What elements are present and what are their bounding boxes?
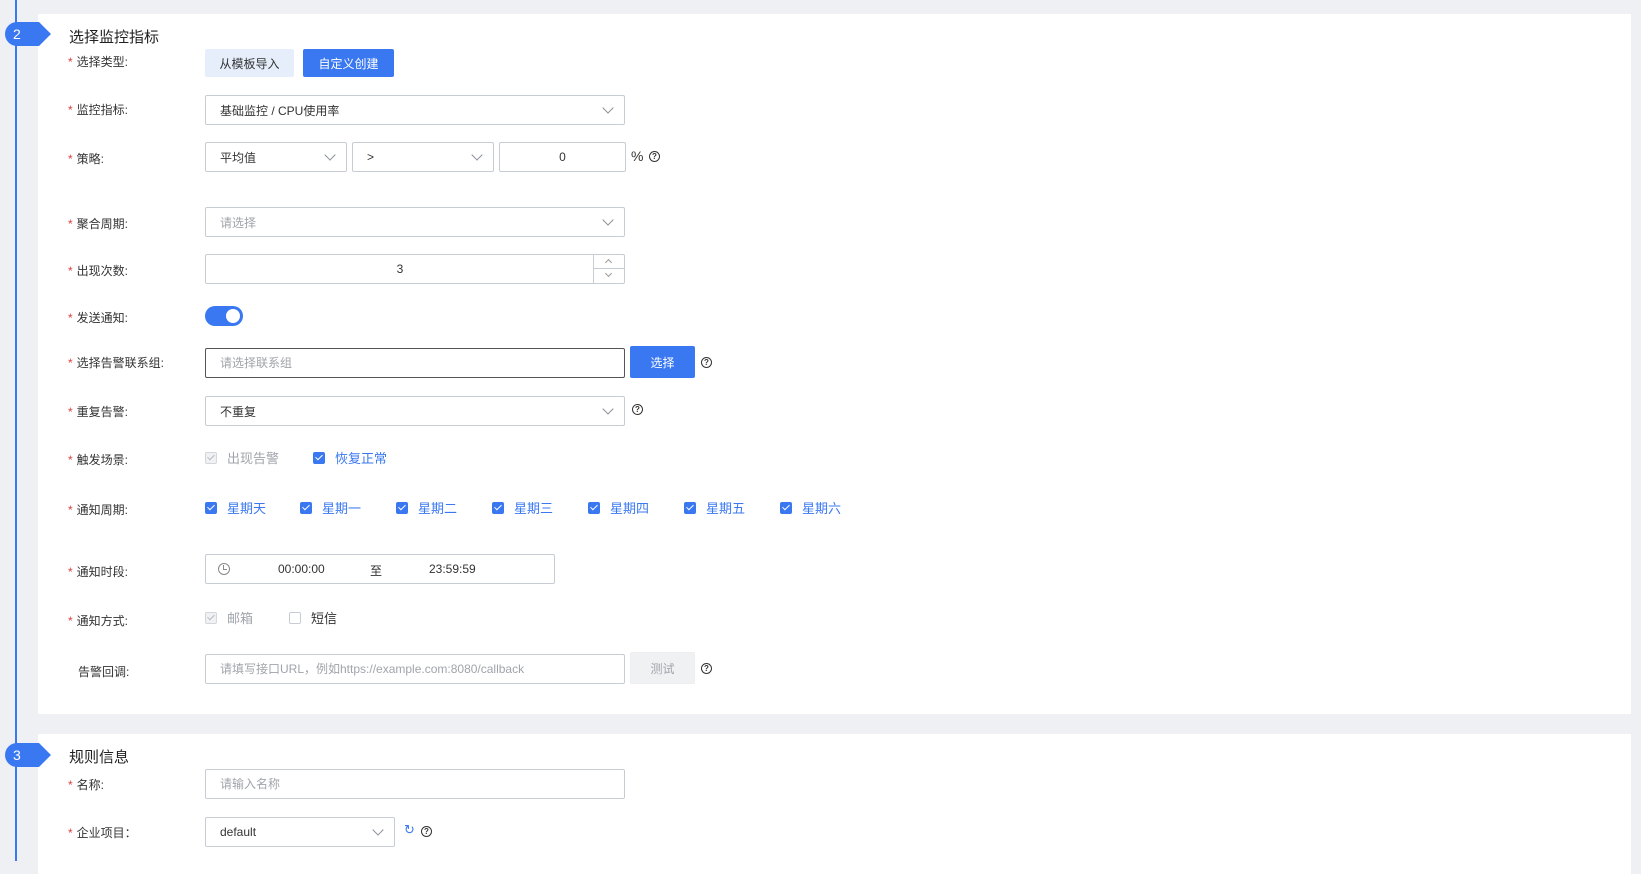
metric-label: * 监控指标:: [68, 103, 129, 117]
time-label: * 通知时段:: [68, 565, 129, 579]
chevron-down-icon: [602, 214, 614, 226]
strategy-operator-select[interactable]: >: [352, 142, 494, 172]
custom-create-button[interactable]: 自定义创建: [303, 49, 394, 77]
chevron-down-icon: [471, 149, 483, 161]
count-label: * 出现次数:: [68, 264, 129, 278]
checkbox-box: [205, 451, 217, 464]
threshold-input[interactable]: 0: [499, 142, 626, 172]
time-separator: 至: [370, 564, 383, 578]
checkbox-box: [588, 501, 600, 514]
increment-icon[interactable]: [594, 255, 624, 269]
notify-toggle[interactable]: [205, 306, 243, 326]
time-range-picker[interactable]: 00:00:00 至 23:59:59: [205, 554, 555, 584]
checkbox-box: [780, 501, 792, 514]
checkbox-box: [300, 501, 312, 514]
help-icon[interactable]: ?: [632, 404, 643, 415]
checkbox-box: [313, 451, 325, 464]
step-badge-3: 3: [5, 743, 51, 767]
aggregation-value: 平均值: [220, 150, 257, 165]
step-badge-2: 2: [5, 22, 51, 46]
repeat-value: 不重复: [220, 404, 257, 419]
name-label: * 名称:: [68, 778, 105, 792]
contact-group-input[interactable]: [205, 348, 625, 378]
checkbox-box: [492, 501, 504, 514]
period-select[interactable]: 请选择: [205, 207, 625, 237]
section-card-rule-info: [38, 734, 1631, 874]
clock-icon: [218, 563, 230, 575]
toggle-knob: [226, 309, 240, 323]
rule-name-input[interactable]: [205, 769, 625, 799]
weekday-checkbox-sat[interactable]: 星期六: [780, 498, 841, 517]
count-value: 3: [396, 262, 404, 276]
threshold-value: 0: [559, 150, 566, 164]
help-icon[interactable]: ?: [421, 826, 432, 837]
step-number: 3: [5, 743, 51, 767]
method-email-checkbox[interactable]: 邮箱: [205, 608, 253, 627]
checkbox-box: [205, 611, 217, 624]
checkbox-box: [205, 501, 217, 514]
help-icon[interactable]: ?: [701, 663, 712, 674]
type-label: * 选择类型:: [68, 55, 129, 69]
project-value: default: [220, 825, 257, 839]
repeat-label: * 重复告警:: [68, 405, 129, 419]
callback-url-input[interactable]: [205, 654, 625, 684]
trigger-alarm-checkbox[interactable]: 出现告警: [205, 448, 279, 467]
project-label: * 企业项目：: [68, 826, 137, 840]
step-number: 2: [5, 22, 51, 46]
select-group-button[interactable]: 选择: [630, 346, 695, 378]
notify-label: * 发送通知:: [68, 311, 129, 325]
contact-group-field[interactable]: [220, 356, 610, 370]
timeline-line: [15, 0, 17, 861]
period-label: * 聚合周期:: [68, 217, 129, 231]
strategy-aggregation-select[interactable]: 平均值: [205, 142, 347, 172]
method-label: * 通知方式:: [68, 614, 129, 628]
metric-select[interactable]: 基础监控 / CPU使用率: [205, 95, 625, 125]
chevron-down-icon: [602, 102, 614, 114]
callback-test-button[interactable]: 测试: [630, 652, 695, 684]
group-label: * 选择告警联系组:: [68, 356, 165, 370]
strategy-label: * 策略:: [68, 152, 105, 166]
chevron-down-icon: [602, 403, 614, 415]
count-stepper[interactable]: 3: [205, 254, 625, 284]
trigger-recover-checkbox[interactable]: 恢复正常: [313, 448, 387, 467]
decrement-icon[interactable]: [594, 269, 624, 283]
callback-url-field[interactable]: [220, 662, 610, 676]
stepper-controls: [593, 255, 624, 283]
checkbox-box: [396, 501, 408, 514]
weekday-checkbox-thu[interactable]: 星期四: [588, 498, 649, 517]
weekday-checkbox-sun[interactable]: 星期天: [205, 498, 266, 517]
chevron-down-icon: [372, 824, 384, 836]
callback-label: 告警回调:: [78, 665, 130, 679]
weekday-checkbox-mon[interactable]: 星期一: [300, 498, 361, 517]
help-icon[interactable]: ?: [649, 151, 660, 162]
chevron-down-icon: [324, 149, 336, 161]
refresh-icon[interactable]: ↻: [404, 822, 415, 838]
weekday-checkbox-wed[interactable]: 星期三: [492, 498, 553, 517]
section-title: 选择监控指标: [69, 29, 160, 46]
project-select[interactable]: default: [205, 817, 395, 847]
period-placeholder: 请选择: [220, 215, 257, 230]
section-title: 规则信息: [69, 749, 130, 766]
operator-value: >: [367, 150, 375, 164]
method-sms-checkbox[interactable]: 短信: [289, 608, 337, 627]
rule-name-field[interactable]: [220, 777, 610, 791]
trigger-label: * 触发场景:: [68, 453, 129, 467]
unit-percent: %: [631, 148, 644, 164]
import-from-template-button[interactable]: 从模板导入: [205, 49, 294, 77]
repeat-select[interactable]: 不重复: [205, 396, 625, 426]
weekday-checkbox-fri[interactable]: 星期五: [684, 498, 745, 517]
checkbox-box: [684, 501, 696, 514]
weekday-checkbox-tue[interactable]: 星期二: [396, 498, 457, 517]
checkbox-box: [289, 611, 301, 624]
metric-value: 基础监控 / CPU使用率: [220, 103, 340, 118]
time-start[interactable]: 00:00:00: [278, 562, 325, 576]
help-icon[interactable]: ?: [701, 357, 712, 368]
week-label: * 通知周期:: [68, 503, 129, 517]
time-end[interactable]: 23:59:59: [429, 562, 476, 576]
